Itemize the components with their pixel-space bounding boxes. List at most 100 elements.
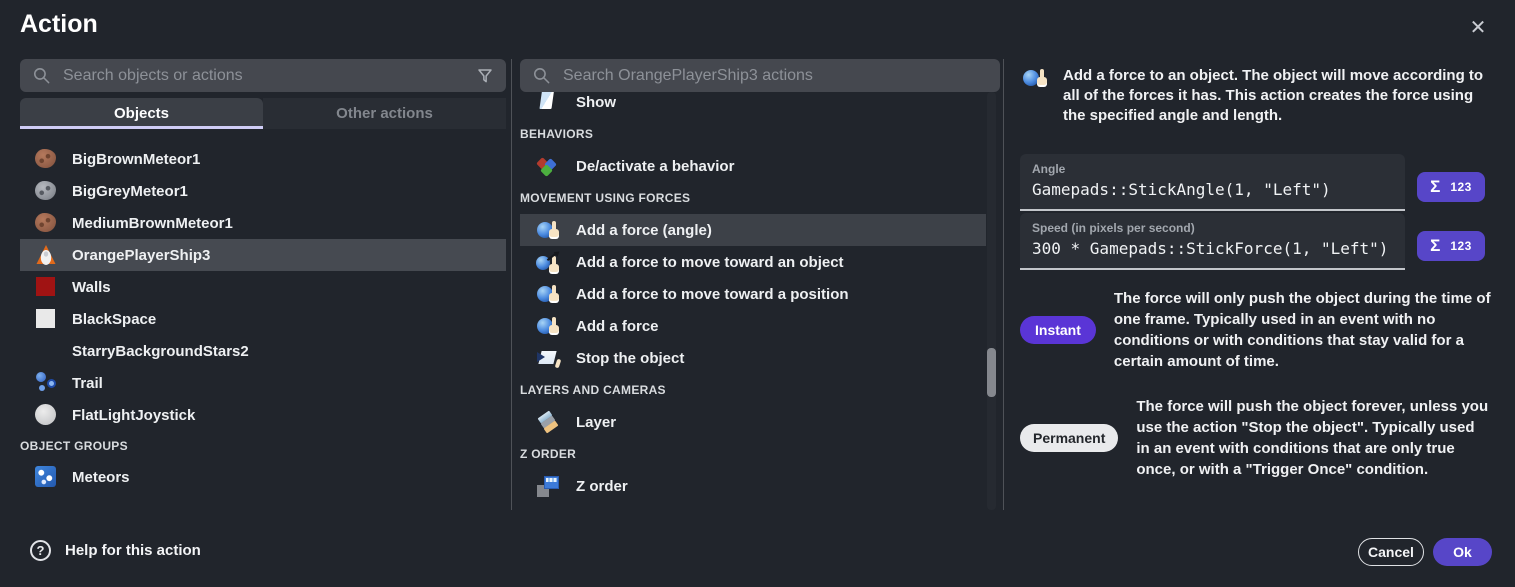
panel-divider: [1003, 59, 1004, 510]
object-label: BigGreyMeteor1: [72, 183, 188, 200]
speed-field-value[interactable]: 300 * Gamepads::StickForce(1, "Left"): [1032, 239, 1393, 258]
numbers-icon: 123: [1450, 180, 1472, 194]
search-placeholder: Search OrangePlayerShip3 actions: [563, 67, 988, 85]
action-description-icon: [1022, 66, 1048, 92]
ok-button[interactable]: Ok: [1433, 538, 1492, 566]
section-behaviors: BEHAVIORS: [520, 118, 986, 150]
group-label: Meteors: [72, 469, 130, 486]
object-row-orangeplayership3[interactable]: OrangePlayerShip3: [20, 239, 506, 271]
object-list: BigBrownMeteor1 BigGreyMeteor1 MediumBro…: [20, 143, 506, 493]
action-label: Z order: [576, 478, 628, 495]
tab-other-actions-label: Other actions: [336, 105, 433, 122]
scrollbar-track[interactable]: [987, 92, 996, 510]
action-label: Add a force to move toward a position: [576, 286, 849, 303]
red-square-icon: [34, 275, 58, 299]
object-label: Walls: [72, 279, 111, 296]
object-label: MediumBrownMeteor1: [72, 215, 233, 232]
object-row-trail[interactable]: Trail: [20, 367, 506, 399]
tab-other-actions[interactable]: Other actions: [263, 98, 506, 129]
action-label: Layer: [576, 414, 616, 431]
action-dialog: Action ✕ Search objects or actions Objec…: [0, 0, 1515, 587]
white-square-icon: [34, 307, 58, 331]
object-row-biggreymeteor1[interactable]: BigGreyMeteor1: [20, 175, 506, 207]
permanent-badge[interactable]: Permanent: [1020, 424, 1118, 452]
angle-field-value[interactable]: Gamepads::StickAngle(1, "Left"): [1032, 180, 1393, 199]
speed-expression-button[interactable]: Σ 123: [1417, 231, 1485, 261]
action-list: Show BEHAVIORS De/activate a behavior MO…: [520, 92, 986, 510]
show-icon: [536, 92, 560, 114]
action-row-stop-object[interactable]: Stop the object: [520, 342, 986, 374]
object-row-starrybackgroundstars2[interactable]: StarryBackgroundStars2: [20, 335, 506, 367]
tab-objects-label: Objects: [114, 105, 169, 122]
action-row-deactivate-behavior[interactable]: De/activate a behavior: [520, 150, 986, 182]
close-icon[interactable]: ✕: [1463, 12, 1493, 42]
action-label: Add a force to move toward an object: [576, 254, 844, 271]
object-label: BigBrownMeteor1: [72, 151, 200, 168]
object-groups-header: OBJECT GROUPS: [20, 431, 506, 461]
permanent-mode-row: Permanent The force will push the object…: [1020, 396, 1492, 480]
speed-field[interactable]: Speed (in pixels per second) 300 * Gamep…: [1020, 213, 1405, 270]
object-row-walls[interactable]: Walls: [20, 271, 506, 303]
search-objects-input[interactable]: Search objects or actions: [20, 59, 506, 92]
section-movement-using-forces: MOVEMENT USING FORCES: [520, 182, 986, 214]
help-link[interactable]: ? Help for this action: [30, 540, 201, 561]
action-row-add-force-angle[interactable]: Add a force (angle): [520, 214, 986, 246]
angle-field-label: Angle: [1032, 162, 1393, 176]
action-row-add-force-toward-object[interactable]: Add a force to move toward an object: [520, 246, 986, 278]
empty-icon: [34, 339, 58, 363]
active-tab-underline: [20, 126, 263, 129]
search-actions-input[interactable]: Search OrangePlayerShip3 actions: [520, 59, 1000, 92]
help-label: Help for this action: [65, 542, 201, 559]
object-row-flatlightjoystick[interactable]: FlatLightJoystick: [20, 399, 506, 431]
brown-meteor-icon: [34, 147, 58, 171]
group-row-meteors[interactable]: Meteors: [20, 461, 506, 493]
behavior-icon: [536, 154, 560, 178]
brown-meteor-icon: [34, 211, 58, 235]
section-layers-and-cameras: LAYERS AND CAMERAS: [520, 374, 986, 406]
force-toward-object-icon: [536, 250, 560, 274]
z-order-icon: [536, 474, 560, 498]
permanent-description: The force will push the object forever, …: [1136, 396, 1492, 480]
action-row-add-force-toward-position[interactable]: Add a force to move toward a position: [520, 278, 986, 310]
numbers-icon: 123: [1450, 239, 1472, 253]
action-description-text: Add a force to an object. The object wil…: [1063, 66, 1488, 126]
force-angle-icon: [536, 218, 560, 242]
cancel-button[interactable]: Cancel: [1358, 538, 1424, 566]
action-label: Add a force: [576, 318, 659, 335]
sigma-icon: Σ: [1430, 177, 1440, 197]
action-row-layer[interactable]: Layer: [520, 406, 986, 438]
section-z-order: Z ORDER: [520, 438, 986, 470]
action-row-add-force[interactable]: Add a force: [520, 310, 986, 342]
object-row-blackspace[interactable]: BlackSpace: [20, 303, 506, 335]
blue-particles-icon: [34, 371, 58, 395]
help-icon: ?: [30, 540, 51, 561]
layer-icon: [536, 410, 560, 434]
angle-field[interactable]: Angle Gamepads::StickAngle(1, "Left"): [1020, 154, 1405, 211]
object-row-mediumbrownmeteor1[interactable]: MediumBrownMeteor1: [20, 207, 506, 239]
scrollbar-thumb[interactable]: [987, 348, 996, 397]
action-label: Show: [576, 94, 616, 111]
search-placeholder: Search objects or actions: [63, 67, 464, 85]
sigma-icon: Σ: [1430, 236, 1440, 256]
object-label: StarryBackgroundStars2: [72, 343, 249, 360]
instant-badge[interactable]: Instant: [1020, 316, 1096, 344]
page-title: Action: [20, 10, 98, 39]
force-position-icon: [536, 282, 560, 306]
action-row-show[interactable]: Show: [520, 92, 986, 118]
object-label: FlatLightJoystick: [72, 407, 195, 424]
search-icon: [532, 66, 551, 85]
instant-description: The force will only push the object duri…: [1114, 288, 1492, 372]
panel-divider: [511, 59, 512, 510]
action-label: De/activate a behavior: [576, 158, 734, 175]
meteor-group-icon: [34, 465, 58, 489]
object-label: Trail: [72, 375, 103, 392]
action-label: Stop the object: [576, 350, 684, 367]
action-row-z-order[interactable]: Z order: [520, 470, 986, 502]
tab-objects[interactable]: Objects: [20, 98, 263, 129]
joystick-circle-icon: [34, 403, 58, 427]
filter-icon[interactable]: [476, 67, 494, 85]
force-icon: [536, 314, 560, 338]
object-row-bigbrownmeteor1[interactable]: BigBrownMeteor1: [20, 143, 506, 175]
object-label: BlackSpace: [72, 311, 156, 328]
angle-expression-button[interactable]: Σ 123: [1417, 172, 1485, 202]
